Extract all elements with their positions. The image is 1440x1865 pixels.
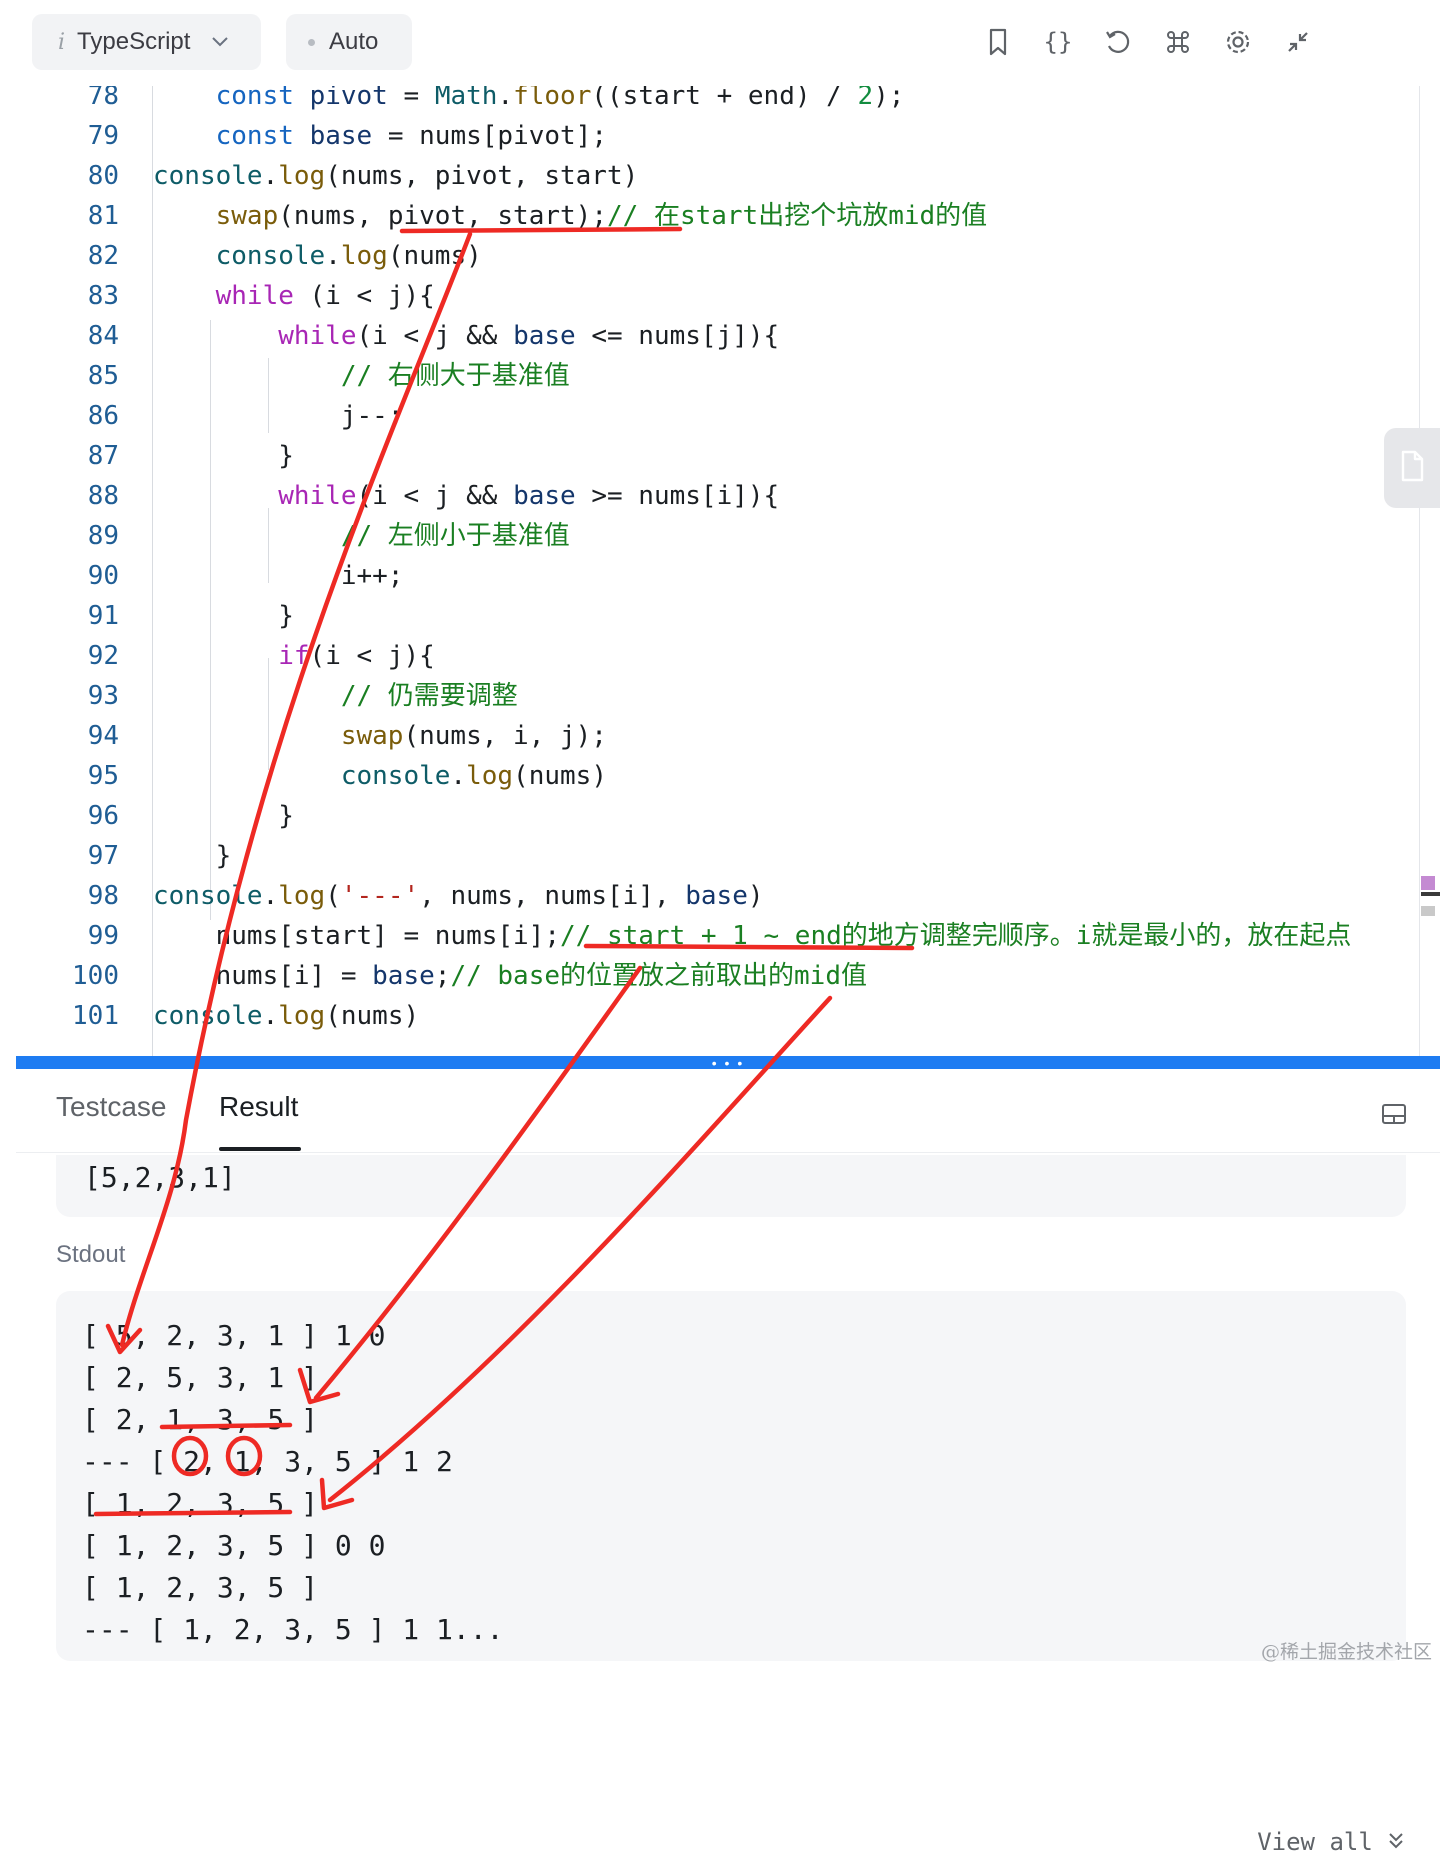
bookmark-icon[interactable] (980, 24, 1016, 60)
auto-mode-label: Auto (329, 28, 379, 55)
code-line: 90 i++; (87, 561, 404, 591)
panel-resize-handle[interactable]: • • • (16, 1055, 1440, 1071)
code-editor[interactable]: 78 const pivot = Math.floor((start + end… (16, 86, 1420, 1056)
tab-result[interactable]: Result (219, 1091, 298, 1123)
notes-side-tab[interactable] (1384, 428, 1440, 508)
stdout-line: [ 1, 2, 3, 5 ] 0 0 (82, 1529, 386, 1562)
code-line: 96 } (87, 801, 294, 831)
command-icon[interactable] (1160, 24, 1196, 60)
stdout-line: [ 1, 2, 3, 5 ] (82, 1571, 319, 1604)
code-line: 91 } (87, 601, 294, 631)
document-icon (1397, 449, 1427, 488)
code-line: 83 while (i < j){ (87, 281, 435, 311)
code-line: 84 while(i < j && base <= nums[j]){ (87, 321, 780, 351)
active-tab-indicator (219, 1147, 301, 1151)
code-line: 85 // 右侧大于基准值 (87, 361, 570, 391)
code-line: 89 // 左侧小于基准值 (87, 521, 570, 551)
code-line: 79 const base = nums[pivot]; (87, 121, 607, 151)
status-dot-icon (308, 38, 315, 46)
code-line: 95 console.log(nums) (87, 761, 607, 791)
stdout-output: [ 5, 2, 3, 1 ] 1 0 [ 2, 5, 3, 1 ] [ 2, 1… (56, 1291, 1420, 1865)
testcase-input-value: [5,2,3,1] (56, 1155, 1406, 1217)
code-line: 88 while(i < j && base >= nums[i]){ (87, 481, 780, 511)
info-icon: i (58, 29, 66, 55)
auto-mode-button[interactable]: Auto (286, 14, 412, 70)
code-line: 80 console.log(nums, pivot, start) (87, 161, 639, 191)
code-line: 100 nums[i] = base;// base的位置放之前取出的mid值 (72, 961, 867, 991)
settings-icon[interactable] (1220, 24, 1256, 60)
watermark: @稀土掘金技术社区 (1260, 1641, 1432, 1663)
svg-text:{}: {} (1044, 28, 1073, 56)
code-line: 101 console.log(nums) (72, 1001, 420, 1031)
layout-icon[interactable] (1379, 1099, 1409, 1129)
code-line: 98 console.log('---', nums, nums[i], base… (87, 881, 764, 911)
reset-icon[interactable] (1100, 24, 1136, 60)
collapse-icon[interactable] (1280, 24, 1316, 60)
stdout-line: [ 2, 5, 3, 1 ] (82, 1361, 319, 1394)
editor-toolbar: i TypeScript Auto {} (16, 0, 1440, 86)
language-label: TypeScript (77, 28, 191, 55)
stdout-line: [ 5, 2, 3, 1 ] 1 0 (82, 1319, 386, 1352)
code-line: 81 swap(nums, pivot, start);// 在start出挖个… (87, 201, 988, 231)
language-select[interactable]: i TypeScript (32, 14, 261, 70)
code-line: 78 const pivot = Math.floor((start + end… (87, 86, 905, 111)
result-panel: Testcase Result [5,2,3,1] Stdout [ 5, 2,… (16, 1069, 1440, 1865)
view-all-button[interactable]: View all (1242, 1819, 1420, 1865)
stdout-label: Stdout (56, 1241, 126, 1268)
code-line: 97 } (87, 841, 232, 871)
code-line: 92 if(i < j){ (87, 641, 435, 671)
view-all-label: View all (1257, 1828, 1373, 1856)
code-line: 93 // 仍需要调整 (87, 681, 518, 711)
code-line: 94 swap(nums, i, j); (87, 721, 607, 751)
stdout-line: [ 2, 1, 3, 5 ] (82, 1403, 319, 1436)
code-line: 86 j--; (87, 401, 404, 431)
code-line: 82 console.log(nums) (87, 241, 482, 271)
code-line: 87 } (87, 441, 294, 471)
code-line: 99 nums[start] = nums[i];// start + 1 ~ … (87, 921, 1352, 951)
double-chevron-down-icon (1387, 1828, 1405, 1856)
braces-icon[interactable]: {} (1040, 24, 1076, 60)
stdout-line: --- [ 2, 1, 3, 5 ] 1 2 (82, 1445, 453, 1478)
stdout-line: [ 1, 2, 3, 5 ] (82, 1487, 319, 1520)
tab-testcase[interactable]: Testcase (56, 1091, 167, 1123)
chevron-down-icon (210, 31, 230, 54)
stdout-line: --- [ 1, 2, 3, 5 ] 1 1... (82, 1613, 504, 1646)
